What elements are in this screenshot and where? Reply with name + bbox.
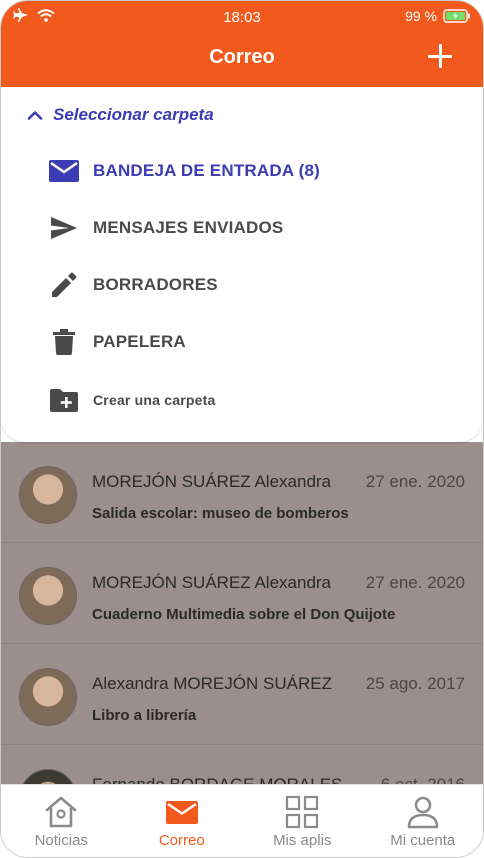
status-bar: 18:03 99 % [1,1,483,35]
home-icon [45,796,77,828]
send-icon [49,213,79,243]
add-icon[interactable] [427,43,453,69]
message-row[interactable]: Fernando BORDAGE MORALES 6 oct. 2016 [1,745,483,784]
message-row[interactable]: MOREJÓN SUÁREZ Alexandra 27 ene. 2020 Sa… [1,442,483,543]
message-row[interactable]: Alexandra MOREJÓN SUÁREZ 25 ago. 2017 Li… [1,644,483,745]
tab-noticias[interactable]: Noticias [1,785,122,857]
tab-mis-aplis[interactable]: Mis aplis [242,785,363,857]
battery-icon [443,9,470,23]
mail-icon [165,801,198,824]
folder-add-icon [49,385,79,415]
trash-icon [49,327,79,357]
page-title: Correo [209,46,275,68]
folder-label: MENSAJES ENVIADOS [93,218,284,237]
message-date: 27 ene. 2020 [365,472,465,491]
status-right: 99 % [405,8,471,24]
tab-label: Noticias [34,832,88,849]
pencil-icon [49,270,79,300]
chevron-up-icon [27,111,43,120]
avatar [19,567,77,625]
tab-label: Mis aplis [273,832,332,849]
message-row[interactable]: MOREJÓN SUÁREZ Alexandra 27 ene. 2020 Cu… [1,543,483,644]
envelope-icon [49,156,79,186]
message-date: 6 oct. 2016 [381,775,465,784]
avatar [19,668,77,726]
folder-drafts[interactable]: BORRADORES [49,265,218,305]
message-subject: Cuaderno Multimedia sobre el Don Quijote [92,606,396,623]
message-sender: MOREJÓN SUÁREZ Alexandra [92,472,332,491]
tab-label: Mi cuenta [390,832,456,849]
app-header: 18:03 99 % Correo [1,1,483,87]
message-sender: Fernando BORDAGE MORALES [92,775,342,784]
message-list: MOREJÓN SUÁREZ Alexandra 27 ene. 2020 Sa… [1,442,483,784]
folder-picker: Seleccionar carpeta BANDEJA DE ENTRADA (… [1,87,483,442]
message-subject: Libro a librería [92,707,197,724]
battery-percent: 99 % [405,8,437,24]
grid-icon [286,795,319,829]
phone-screen: 18:03 99 % Correo MOREJÓN SUÁREZ Alexand… [0,0,484,858]
folder-picker-title: Seleccionar carpeta [53,105,214,124]
folder-picker-toggle[interactable]: Seleccionar carpeta [27,105,214,125]
bottom-tab-bar: Noticias Correo Mis aplis Mi cuenta [1,784,484,857]
create-folder-button[interactable]: Crear una carpeta [49,380,215,420]
folder-label: BORRADORES [93,275,218,294]
avatar [19,769,77,784]
user-icon [407,796,439,829]
message-date: 25 ago. 2017 [365,674,465,693]
message-subject: Salida escolar: museo de bomberos [92,505,349,522]
tab-correo[interactable]: Correo [122,785,243,857]
folder-label: PAPELERA [93,332,186,351]
folder-trash[interactable]: PAPELERA [49,322,186,362]
message-sender: Alexandra MOREJÓN SUÁREZ [92,674,332,693]
tab-label: Correo [158,832,205,849]
create-folder-label: Crear una carpeta [93,392,216,408]
message-sender: MOREJÓN SUÁREZ Alexandra [92,573,332,592]
folder-inbox[interactable]: BANDEJA DE ENTRADA (8) [49,151,320,191]
folder-sent[interactable]: MENSAJES ENVIADOS [49,208,283,248]
message-date: 27 ene. 2020 [365,573,465,592]
avatar [19,466,77,524]
tab-mi-cuenta[interactable]: Mi cuenta [363,785,484,857]
folder-label: BANDEJA DE ENTRADA (8) [93,161,320,180]
